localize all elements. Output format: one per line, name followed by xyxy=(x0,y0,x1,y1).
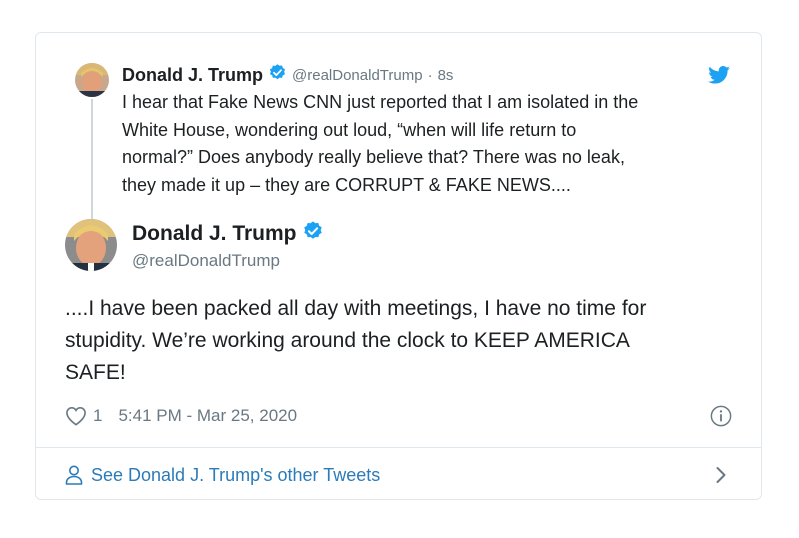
tweet-time-ago[interactable]: 8s xyxy=(438,67,454,84)
see-other-tweets-label[interactable]: See Donald J. Trump's other Tweets xyxy=(91,465,380,486)
verified-badge-icon xyxy=(268,63,287,87)
info-icon[interactable] xyxy=(710,405,732,427)
main-tweet-header: Donald J. Trump @realDonaldTrump xyxy=(132,221,324,271)
divider xyxy=(36,447,761,448)
author-name[interactable]: Donald J. Trump xyxy=(132,222,297,246)
author-name[interactable]: Donald J. Trump xyxy=(122,65,263,86)
reply-tweet-header: Donald J. Trump @realDonaldTrump · 8s xyxy=(122,63,453,87)
twitter-bird-icon[interactable] xyxy=(708,66,730,84)
separator-dot: · xyxy=(427,66,433,84)
heart-icon[interactable] xyxy=(65,406,87,426)
tweet-timestamp[interactable]: 5:41 PM - Mar 25, 2020 xyxy=(118,406,297,426)
author-handle[interactable]: @realDonaldTrump xyxy=(132,251,324,271)
chevron-right-icon[interactable] xyxy=(715,466,727,484)
embedded-tweet-card: Donald J. Trump @realDonaldTrump · 8s I … xyxy=(35,32,762,500)
reply-tweet-text: I hear that Fake News CNN just reported … xyxy=(122,92,639,195)
tweet-meta: 1 5:41 PM - Mar 25, 2020 xyxy=(65,403,297,429)
avatar[interactable] xyxy=(65,219,117,271)
author-handle[interactable]: @realDonaldTrump xyxy=(292,67,423,84)
avatar[interactable] xyxy=(75,63,109,97)
main-tweet-text: ....I have been packed all day with meet… xyxy=(65,297,647,384)
see-other-tweets-link[interactable]: See Donald J. Trump's other Tweets xyxy=(65,461,380,489)
like-count[interactable]: 1 xyxy=(93,406,102,426)
verified-badge-icon xyxy=(302,220,324,248)
user-icon xyxy=(65,465,83,485)
